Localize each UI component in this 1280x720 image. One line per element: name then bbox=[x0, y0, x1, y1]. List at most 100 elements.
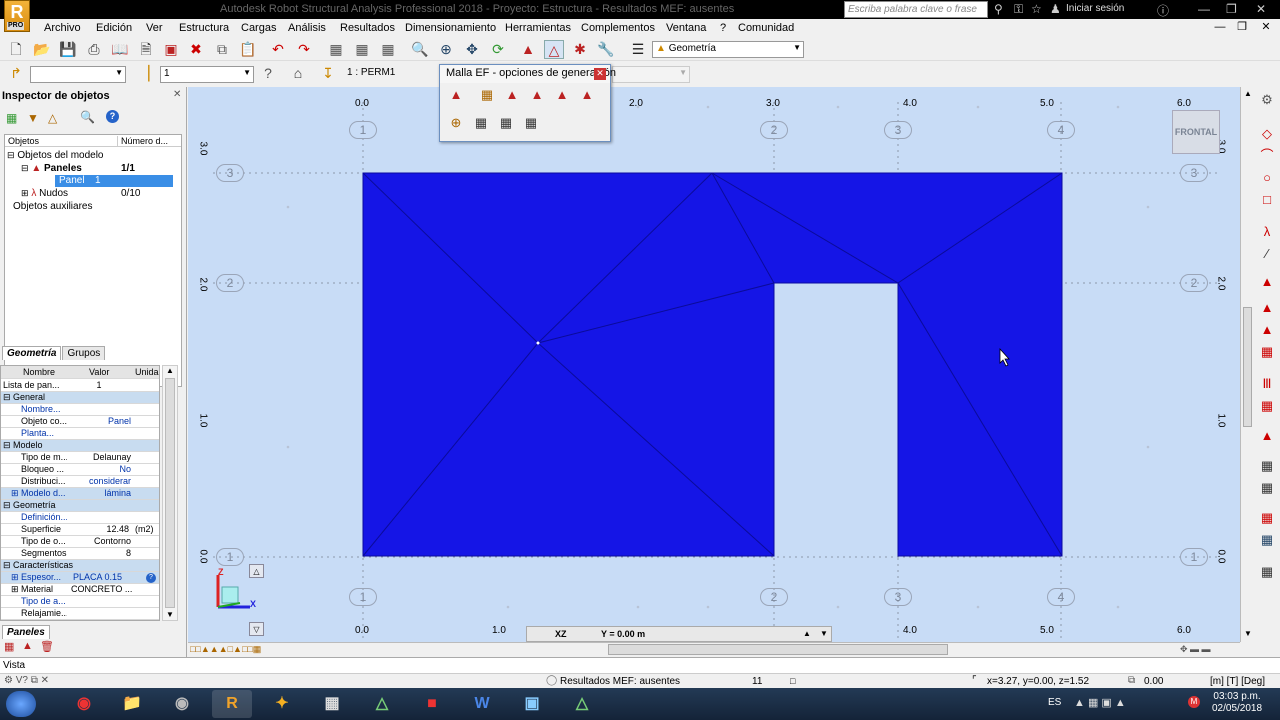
plane-selector[interactable]: XZ Y = 0.00 m ▲ ▼ bbox=[526, 626, 832, 642]
pdf-icon[interactable]: ■ bbox=[412, 690, 452, 718]
collapse-icon[interactable]: ⊟ bbox=[7, 150, 15, 160]
prop-row[interactable]: Objeto co... Panel bbox=[1, 416, 159, 428]
mesh-select-icon[interactable]: ▦ bbox=[471, 113, 491, 133]
viewport-horizontal-scrollbar[interactable]: □□▲▲▲□▲□□▦ ✥ ▬ ▬ bbox=[188, 642, 1240, 656]
prop-panel-list[interactable]: Lista de pan... 1 bbox=[1, 380, 159, 392]
menu-edicion[interactable]: Edición bbox=[96, 22, 132, 34]
section-icon[interactable]: ▦ bbox=[1258, 397, 1276, 415]
app-logo-button[interactable]: R PRO bbox=[4, 0, 30, 32]
mesh-delete-icon[interactable]: ▲ bbox=[577, 85, 597, 105]
minimize-window-icon[interactable]: — bbox=[1198, 2, 1210, 16]
search-input[interactable]: Escriba palabra clave o frase bbox=[844, 1, 988, 18]
tray-app-icon[interactable]: M bbox=[1188, 696, 1200, 708]
zoom-in-icon[interactable]: ⊕ bbox=[436, 40, 456, 59]
collapse-icon[interactable]: ⊟ bbox=[3, 440, 11, 451]
bar-selection-select[interactable]: 1 ▼ bbox=[160, 66, 254, 83]
scroll-down-icon[interactable]: ▼ bbox=[1244, 629, 1252, 638]
menu-dimensionamiento[interactable]: Dimensionamiento bbox=[405, 22, 496, 34]
expand-icon[interactable]: ⊞ bbox=[11, 572, 19, 583]
zoom-window-icon[interactable]: 🔍 bbox=[410, 40, 430, 59]
binoculars-icon[interactable]: ⚲ bbox=[994, 2, 1003, 16]
prop-row[interactable]: Tipo de a... bbox=[1, 596, 159, 608]
info-icon[interactable]: ? bbox=[106, 110, 119, 123]
tree-item-model-objects[interactable]: ⊟ Objetos del modelo bbox=[7, 150, 104, 161]
load-icon[interactable]: ▦ bbox=[1258, 457, 1276, 475]
tab-grupos[interactable]: Grupos bbox=[62, 346, 106, 360]
file-explorer-icon[interactable]: 📁 bbox=[112, 690, 152, 718]
mdi-close-icon[interactable]: ✕ bbox=[1256, 19, 1276, 36]
table-icon[interactable]: ▦ bbox=[326, 40, 346, 59]
mdi-minimize-icon[interactable]: — bbox=[1210, 19, 1230, 36]
filter-tree-icon[interactable]: ▦ bbox=[6, 111, 17, 125]
menu-ventana[interactable]: Ventana bbox=[666, 22, 706, 34]
circle-icon[interactable]: ○ bbox=[1258, 169, 1276, 187]
prop-row[interactable]: Planta... bbox=[1, 428, 159, 440]
star-icon[interactable]: ☆ bbox=[1031, 2, 1042, 16]
bar-select-icon[interactable]: ▕ bbox=[134, 64, 154, 83]
menu-resultados[interactable]: Resultados bbox=[340, 22, 395, 34]
prop-row[interactable]: Relajamie... bbox=[1, 608, 159, 620]
collapse-icon[interactable]: ⊟ bbox=[3, 392, 11, 403]
word-icon[interactable]: W bbox=[462, 690, 502, 718]
print-icon[interactable]: ⎙ bbox=[84, 40, 104, 59]
prop-row[interactable]: Distribuci... considerar bbox=[1, 476, 159, 488]
viewport-vertical-scrollbar[interactable]: ▲ ▼ bbox=[1240, 87, 1254, 642]
tab-geometria[interactable]: Geometría bbox=[2, 346, 62, 360]
tray-icons[interactable]: ▲ ▦ ▣ ▲ bbox=[1074, 696, 1126, 709]
units-display[interactable]: [m] [T] [Deg] bbox=[1210, 676, 1265, 687]
panel-delete-icon[interactable]: 🗑 bbox=[40, 640, 54, 653]
hidden-select[interactable]: ▼ bbox=[612, 66, 690, 83]
prop-section-caracteristicas[interactable]: ⊟ Características bbox=[1, 560, 159, 572]
view-nav-icon[interactable]: ✥ ▬ ▬ bbox=[1180, 644, 1211, 655]
screen-capture-icon[interactable]: ▣ bbox=[161, 40, 181, 59]
tree-item-nodes[interactable]: ⊞ λ Nudos 0/10 bbox=[21, 188, 140, 199]
menu-complementos[interactable]: Complementos bbox=[581, 22, 655, 34]
menu-herramientas[interactable]: Herramientas bbox=[505, 22, 571, 34]
scroll-thumb[interactable] bbox=[1243, 307, 1252, 427]
scroll-up-icon[interactable]: ▲ bbox=[166, 366, 174, 375]
close-icon[interactable]: ✕ bbox=[594, 68, 606, 80]
calc-model-icon[interactable]: ✱ bbox=[570, 40, 590, 59]
redo-icon[interactable]: ↷ bbox=[294, 40, 314, 59]
node-selection-select[interactable]: ▼ bbox=[30, 66, 126, 83]
polyline-icon[interactable]: ◇ bbox=[1258, 125, 1276, 143]
line-icon[interactable]: ∕ bbox=[1258, 245, 1276, 263]
app-icon[interactable]: ◉ bbox=[162, 690, 202, 718]
grid-icon[interactable]: ▦ bbox=[378, 40, 398, 59]
prop-section-modelo[interactable]: ⊟ Modelo bbox=[1, 440, 159, 452]
app-icon[interactable]: △ bbox=[362, 690, 402, 718]
truss-icon[interactable]: ▦ bbox=[1258, 479, 1276, 497]
open-file-icon[interactable]: 📂 bbox=[32, 40, 52, 59]
mesh-refine-icon[interactable]: ▲ bbox=[527, 85, 547, 105]
collapse-icon[interactable]: ⊟ bbox=[3, 560, 11, 571]
filter-icon[interactable]: ▼ bbox=[27, 111, 39, 125]
prop-row[interactable]: Bloqueo ... No bbox=[1, 464, 159, 476]
structure-viewport[interactable]: 0.0 2.0 3.0 4.0 5.0 6.0 0.0 1.0 4.0 5.0 … bbox=[188, 87, 1240, 642]
view-command-bar[interactable]: Vista bbox=[0, 657, 1280, 673]
rotate-icon[interactable]: ⟳ bbox=[488, 40, 508, 59]
support-icon[interactable]: λ bbox=[1258, 223, 1276, 241]
user-icon[interactable]: ♟ bbox=[1050, 2, 1061, 16]
prop-row[interactable]: Superficie 12.48 (m2) bbox=[1, 524, 159, 536]
status-tools-icon[interactable]: ⚙ V? ⧉ ✕ bbox=[4, 675, 49, 686]
close-icon[interactable]: ✕ bbox=[173, 89, 181, 100]
report-icon[interactable]: ▦ bbox=[1258, 563, 1276, 581]
mesh-local-icon[interactable]: ▲ bbox=[502, 85, 522, 105]
scroll-down-icon[interactable]: ▼ bbox=[166, 610, 174, 619]
scroll-up-icon[interactable]: ▲ bbox=[1244, 89, 1252, 98]
frame-icon[interactable]: ▦ bbox=[1258, 509, 1276, 527]
home-view-icon[interactable]: ⌂ bbox=[288, 64, 308, 83]
view-up-button[interactable]: △ bbox=[249, 564, 264, 578]
chevron-down-icon[interactable]: ▼ bbox=[820, 629, 828, 638]
new-file-icon[interactable]: 🗋 bbox=[6, 40, 26, 59]
restore-window-icon[interactable]: ❐ bbox=[1226, 2, 1237, 16]
arc-icon[interactable]: ⌒ bbox=[1258, 147, 1276, 165]
prop-row[interactable]: Nombre... bbox=[1, 404, 159, 416]
opening-icon[interactable]: ▲ bbox=[1258, 299, 1276, 317]
scroll-thumb[interactable] bbox=[608, 644, 948, 655]
mesh-info-icon[interactable]: ▦ bbox=[521, 113, 541, 133]
clock[interactable]: 03:03 p.m. 02/05/2018 bbox=[1212, 691, 1262, 715]
photos-icon[interactable]: ▣ bbox=[512, 690, 552, 718]
menu-comunidad[interactable]: Comunidad bbox=[738, 22, 794, 34]
menu-ver[interactable]: Ver bbox=[146, 22, 163, 34]
